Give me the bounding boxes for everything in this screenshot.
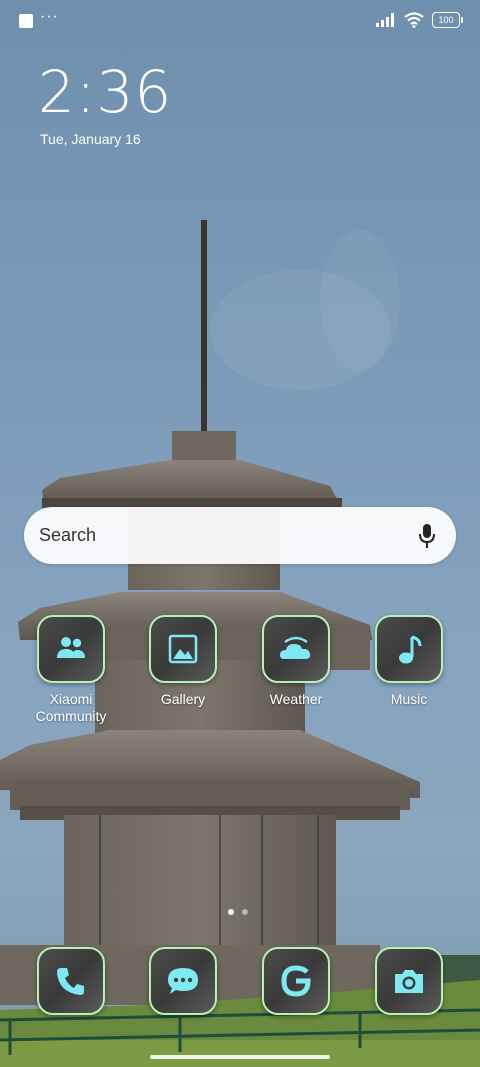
app-tile[interactable] — [37, 615, 105, 683]
gallery-icon — [168, 634, 198, 664]
app-xiaomi-community[interactable]: Xiaomi Community — [16, 615, 126, 725]
app-label: Gallery — [160, 691, 206, 707]
page-dot-active — [228, 909, 234, 915]
music-icon — [399, 635, 422, 664]
app-label: Weather — [269, 691, 323, 707]
app-tile[interactable] — [262, 947, 330, 1015]
camera-icon — [395, 970, 423, 993]
search-placeholder: Search — [39, 525, 97, 545]
app-label: Music — [390, 691, 428, 707]
page-dot — [242, 909, 248, 915]
page-indicator — [228, 909, 248, 915]
app-gallery[interactable]: Gallery — [128, 615, 238, 708]
microphone-icon[interactable] — [418, 523, 436, 549]
dock-phone[interactable] — [16, 947, 126, 1015]
app-tile[interactable] — [37, 947, 105, 1015]
app-tile[interactable] — [375, 615, 443, 683]
app-tile[interactable] — [149, 947, 217, 1015]
search-bar[interactable]: Search — [24, 507, 456, 564]
app-tile[interactable] — [262, 615, 330, 683]
community-icon — [57, 637, 85, 658]
google-icon — [281, 965, 311, 997]
dock-google[interactable] — [241, 947, 351, 1015]
app-music[interactable]: Music — [354, 615, 464, 708]
more-notifications-indicator: ··· — [40, 8, 59, 25]
app-weather[interactable]: Weather — [241, 615, 351, 708]
app-label: Xiaomi Community — [35, 691, 107, 724]
phone-icon — [57, 968, 84, 995]
weather-icon — [280, 636, 311, 659]
home-gesture-bar[interactable] — [150, 1055, 330, 1059]
signal-icon — [376, 13, 394, 27]
battery-icon: 100 — [432, 12, 463, 28]
notification-icon — [19, 14, 33, 28]
status-bar: ··· 100 — [0, 0, 480, 42]
dock-camera[interactable] — [354, 947, 464, 1015]
app-tile[interactable] — [149, 615, 217, 683]
app-tile[interactable] — [375, 947, 443, 1015]
wifi-icon — [404, 12, 424, 28]
messages-icon — [168, 968, 198, 994]
home-screen: ··· 100 2:36 Tue, January 16 Search Xiao… — [0, 0, 480, 1067]
dock-messages[interactable] — [128, 947, 238, 1015]
clock-date[interactable]: Tue, January 16 — [40, 131, 141, 147]
clock-time[interactable]: 2:36 — [38, 58, 172, 126]
